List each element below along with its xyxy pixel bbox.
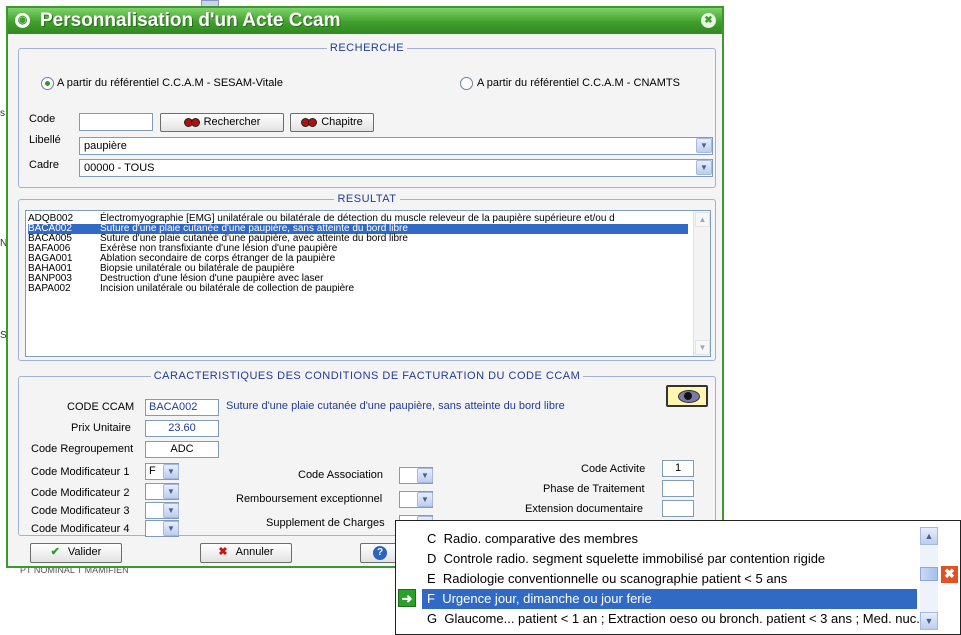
code-modificateur-1-label: Code Modificateur 1 [31, 466, 130, 478]
close-icon[interactable]: ✖ [941, 566, 958, 583]
chevron-down-icon[interactable]: ▼ [417, 468, 433, 483]
cadre-combo[interactable]: 00000 - TOUS [79, 159, 713, 177]
glasses-icon [183, 118, 200, 128]
dropdown-option[interactable]: C Radio. comparative des membres [422, 529, 917, 549]
code-ccam-value: BACA002 [145, 399, 219, 416]
chevron-down-icon[interactable]: ▼ [163, 464, 179, 479]
code-modificateur-2-combo[interactable]: ▼ [145, 483, 179, 500]
code-modificateur-2-label: Code Modificateur 2 [31, 487, 130, 499]
scroll-thumb[interactable] [920, 567, 938, 581]
code-modificateur-1-combo[interactable]: F ▼ [145, 463, 179, 480]
resultat-title: RESULTAT [19, 193, 715, 205]
extension-documentaire-value[interactable] [662, 500, 694, 517]
list-item[interactable]: BAPA002 Incision unilatérale ou bilatéral… [28, 284, 688, 294]
extension-documentaire-label: Extension documentaire [525, 503, 644, 515]
prix-unitaire-value: 23.60 [145, 420, 219, 437]
scroll-down-icon[interactable]: ▼ [920, 612, 938, 630]
code-regroupement-label: Code Regroupement [31, 443, 134, 455]
chapitre-button[interactable]: Chapitre [290, 113, 374, 132]
code-regroupement-value: ADC [145, 441, 219, 458]
caracteristiques-title: CARACTERISTIQUES DES CONDITIONS DE FACTU… [19, 370, 715, 382]
code-ccam-label: CODE CCAM [67, 401, 135, 413]
scroll-up-icon[interactable]: ▲ [695, 212, 710, 227]
code-modificateur-3-label: Code Modificateur 3 [31, 505, 130, 517]
code-activite-label: Code Activite [581, 463, 646, 475]
modificateur-dropdown[interactable]: ➜ C Radio. comparative des membres D Con… [395, 520, 961, 635]
caracteristiques-group: CARACTERISTIQUES DES CONDITIONS DE FACTU… [18, 370, 716, 537]
personnalisation-dialog: ◉ Personnalisation d'un Acte Ccam ✖ RECH… [6, 6, 724, 568]
code-activite-value: 1 [662, 460, 694, 477]
recherche-title: RECHERCHE [19, 42, 715, 54]
supplement-label: Supplement de Charges [266, 517, 385, 529]
chevron-down-icon[interactable]: ▼ [163, 521, 179, 536]
code-modificateur-4-label: Code Modificateur 4 [31, 523, 130, 535]
valider-button[interactable]: ✔ Valider [30, 543, 122, 563]
phase-traitement-label: Phase de Traitement [543, 483, 645, 495]
libelle-combo[interactable]: paupière [79, 137, 713, 155]
dropdown-option[interactable]: D Controle radio. segment squelette immo… [422, 549, 917, 569]
title-bar[interactable]: ◉ Personnalisation d'un Acte Ccam ✖ [8, 8, 722, 34]
background-label: s [0, 108, 5, 119]
chevron-down-icon[interactable]: ▼ [696, 160, 712, 175]
dropdown-option-selected[interactable]: F Urgence jour, dimanche ou jour ferie [422, 589, 917, 609]
code-modificateur-4-combo[interactable]: ▼ [145, 520, 179, 537]
libelle-label: Libellé [29, 134, 61, 146]
remboursement-combo[interactable]: ▼ [399, 491, 433, 508]
code-input[interactable] [79, 113, 153, 131]
cadre-label: Cadre [29, 159, 59, 171]
scroll-down-icon[interactable]: ▼ [695, 340, 710, 355]
dropdown-option[interactable]: E Radiologie conventionnelle ou scanogra… [422, 569, 917, 589]
code-association-combo[interactable]: ▼ [399, 467, 433, 484]
recherche-group: RECHERCHE A partir du référentiel C.C.A.… [18, 42, 716, 188]
eye-icon[interactable] [666, 385, 708, 407]
prix-unitaire-label: Prix Unitaire [71, 422, 131, 434]
help-button[interactable]: ? [360, 543, 400, 563]
annuler-button[interactable]: ✖ Annuler [200, 543, 292, 563]
radio-sesam-vitale[interactable] [41, 77, 54, 90]
radio-sesam-label: A partir du référentiel C.C.A.M - SESAM-… [57, 77, 283, 89]
dropdown-scrollbar[interactable]: ▲ ▼ [920, 527, 938, 630]
glasses-icon [301, 118, 318, 128]
resultat-list[interactable]: ADQB002 Électromyographie [EMG] unilatéra… [25, 210, 711, 357]
rechercher-button[interactable]: Rechercher [160, 113, 284, 132]
x-icon: ✖ [218, 546, 228, 558]
dropdown-option[interactable]: G Glaucome... patient < 1 an ; Extractio… [422, 609, 938, 629]
scroll-up-icon[interactable]: ▲ [920, 527, 938, 545]
code-ccam-description: Suture d'une plaie cutanée d'une paupièr… [226, 400, 565, 412]
code-label: Code [29, 113, 56, 125]
help-icon: ? [373, 546, 387, 560]
info-icon: ◉ [15, 13, 30, 28]
phase-traitement-value[interactable] [662, 480, 694, 497]
resultat-scrollbar[interactable]: ▲ ▼ [693, 211, 710, 356]
code-modificateur-3-combo[interactable]: ▼ [145, 502, 179, 519]
radio-cnamts-label: A partir du référentiel C.C.A.M - CNAMTS [477, 77, 680, 89]
arrow-right-icon: ➜ [398, 589, 416, 607]
resultat-group: RESULTAT ADQB002 Électromyographie [EMG] … [18, 193, 716, 361]
radio-cnamts[interactable] [460, 77, 473, 90]
close-icon[interactable]: ✖ [701, 13, 716, 28]
chevron-down-icon[interactable]: ▼ [417, 492, 433, 507]
check-icon: ✔ [50, 546, 60, 558]
chevron-down-icon[interactable]: ▼ [163, 503, 179, 518]
chevron-down-icon[interactable]: ▼ [696, 138, 712, 153]
chevron-down-icon[interactable]: ▼ [163, 484, 179, 499]
remboursement-label: Remboursement exceptionnel [236, 493, 383, 505]
dialog-title: Personnalisation d'un Acte Ccam [40, 10, 341, 31]
code-association-label: Code Association [298, 469, 383, 481]
